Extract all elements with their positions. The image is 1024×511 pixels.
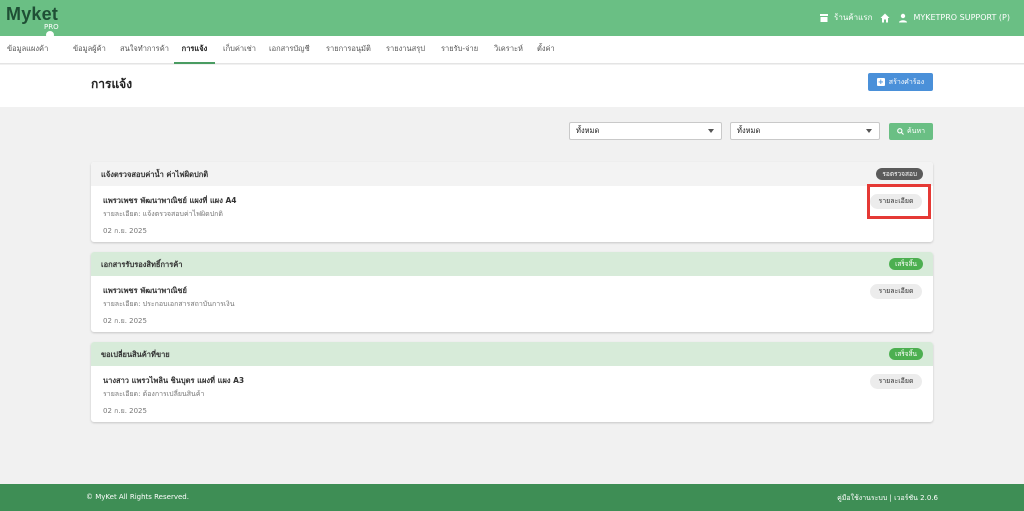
home-icon — [880, 13, 890, 22]
shop-label: ร้านค้าแรก — [834, 13, 873, 22]
vendor-name: นางสาว แพรวไพลิน ชินบุตร แผงที่ แผง A3 — [103, 376, 245, 385]
chevron-down-icon — [866, 129, 872, 133]
status-badge: รอตรวจสอบ — [876, 168, 923, 180]
chevron-down-icon — [708, 129, 714, 133]
logo-text: Myket — [6, 4, 59, 24]
nav-item-accounting[interactable]: เอกสารบัญชี — [269, 36, 310, 64]
nav-item-analytics[interactable]: วิเคราะห์ — [494, 36, 523, 64]
store-icon — [820, 13, 829, 22]
card-date: 02 ก.ย. 2025 — [103, 407, 147, 415]
card-detail: รายละเอียด: แจ้งตรวจสอบค่าไฟผิดปกติ — [103, 210, 223, 218]
home-button[interactable] — [880, 13, 890, 23]
user-label: MYKETPRO SUPPORT (P) — [913, 13, 1010, 22]
nav-item-interested[interactable]: สนใจทำการค้า — [120, 36, 169, 64]
notification-card: เอกสารรับรองสิทธิ์การค้า เสร็จสิ้น แพรวเ… — [91, 252, 933, 332]
card-detail: รายละเอียด: ประกอบเอกสารสถาบันการเงิน — [103, 300, 235, 308]
card-title: ขอเปลี่ยนสินค้าที่ขาย — [101, 350, 170, 359]
filter-select-1-value: ทั้งหมด — [576, 126, 600, 135]
card-body: แพรวเพชร พัฒนาพาณิชย์ แผงที่ แผง A4 รายล… — [91, 186, 933, 242]
search-label: ค้นหา — [906, 127, 925, 135]
main-nav: ข้อมูลแผงค้า ข้อมูลผู้ค้า สนใจทำการค้า ก… — [0, 36, 1024, 64]
card-body: นางสาว แพรวไพลิน ชินบุตร แผงที่ แผง A3 ร… — [91, 366, 933, 422]
create-request-label: สร้างคำร้อง — [888, 77, 925, 86]
card-date: 02 ก.ย. 2025 — [103, 317, 147, 325]
footer-version[interactable]: คู่มือใช้งานระบบ | เวอร์ชัน 2.0.6 — [837, 493, 938, 504]
status-badge: เสร็จสิ้น — [889, 348, 923, 360]
status-badge: เสร็จสิ้น — [889, 258, 923, 270]
notification-card: ขอเปลี่ยนสินค้าที่ขาย เสร็จสิ้น นางสาว แ… — [91, 342, 933, 422]
detail-button[interactable]: รายละเอียด — [870, 284, 922, 299]
nav-item-reports[interactable]: รายงานสรุป — [386, 36, 425, 64]
create-request-button[interactable]: + สร้างคำร้อง — [868, 73, 933, 91]
top-bar: Myket PRO ร้านค้าแรก MYKETPRO SUPPORT (P… — [0, 0, 1024, 39]
title-bar: การแจ้ง + สร้างคำร้อง — [0, 65, 1024, 107]
nav-item-vendors[interactable]: ข้อมูลผู้ค้า — [73, 36, 106, 64]
app-logo[interactable]: Myket PRO — [6, 4, 59, 39]
vendor-name: แพรวเพชร พัฒนาพาณิชย์ แผงที่ แผง A4 — [103, 196, 237, 205]
search-button[interactable]: ค้นหา — [889, 123, 933, 140]
nav-item-notifications[interactable]: การแจ้ง — [174, 36, 215, 64]
card-title: แจ้งตรวจสอบค่าน้ำ ค่าไฟผิดปกติ — [101, 170, 209, 179]
card-body: แพรวเพชร พัฒนาพาณิชย์ รายละเอียด: ประกอบ… — [91, 276, 933, 332]
card-header: ขอเปลี่ยนสินค้าที่ขาย เสร็จสิ้น — [91, 342, 933, 366]
nav-item-stalls[interactable]: ข้อมูลแผงค้า — [7, 36, 48, 64]
highlight-box — [867, 184, 931, 219]
filter-select-2-value: ทั้งหมด — [737, 126, 761, 135]
nav-item-rent[interactable]: เก็บค่าเช่า — [223, 36, 256, 64]
logo-sub: PRO — [44, 23, 59, 31]
filter-select-1[interactable]: ทั้งหมด — [569, 122, 722, 140]
nav-item-approvals[interactable]: รายการอนุมัติ — [326, 36, 371, 64]
card-header: เอกสารรับรองสิทธิ์การค้า เสร็จสิ้น — [91, 252, 933, 276]
nav-item-settings[interactable]: ตั้งค่า — [537, 36, 555, 64]
nav-item-income-expense[interactable]: รายรับ-จ่าย — [441, 36, 478, 64]
search-icon — [897, 128, 904, 135]
plus-icon: + — [876, 78, 885, 86]
card-detail: รายละเอียด: ต้องการเปลี่ยนสินค้า — [103, 390, 205, 398]
user-icon — [899, 13, 908, 22]
notification-card: แจ้งตรวจสอบค่าน้ำ ค่าไฟผิดปกติ รอตรวจสอบ… — [91, 162, 933, 242]
user-menu[interactable]: MYKETPRO SUPPORT (P) — [898, 13, 1010, 23]
card-title: เอกสารรับรองสิทธิ์การค้า — [101, 260, 183, 269]
footer: © MyKet All Rights Reserved. คู่มือใช้งา… — [0, 484, 1024, 511]
page-title: การแจ้ง — [91, 77, 133, 91]
copyright: © MyKet All Rights Reserved. — [86, 493, 189, 501]
card-date: 02 ก.ย. 2025 — [103, 227, 147, 235]
detail-button[interactable]: รายละเอียด — [870, 374, 922, 389]
vendor-name: แพรวเพชร พัฒนาพาณิชย์ — [103, 286, 187, 295]
top-right-actions: ร้านค้าแรก MYKETPRO SUPPORT (P) — [819, 11, 1010, 24]
shop-link[interactable]: ร้านค้าแรก — [819, 11, 872, 24]
filter-select-2[interactable]: ทั้งหมด — [730, 122, 880, 140]
card-header: แจ้งตรวจสอบค่าน้ำ ค่าไฟผิดปกติ รอตรวจสอบ — [91, 162, 933, 186]
